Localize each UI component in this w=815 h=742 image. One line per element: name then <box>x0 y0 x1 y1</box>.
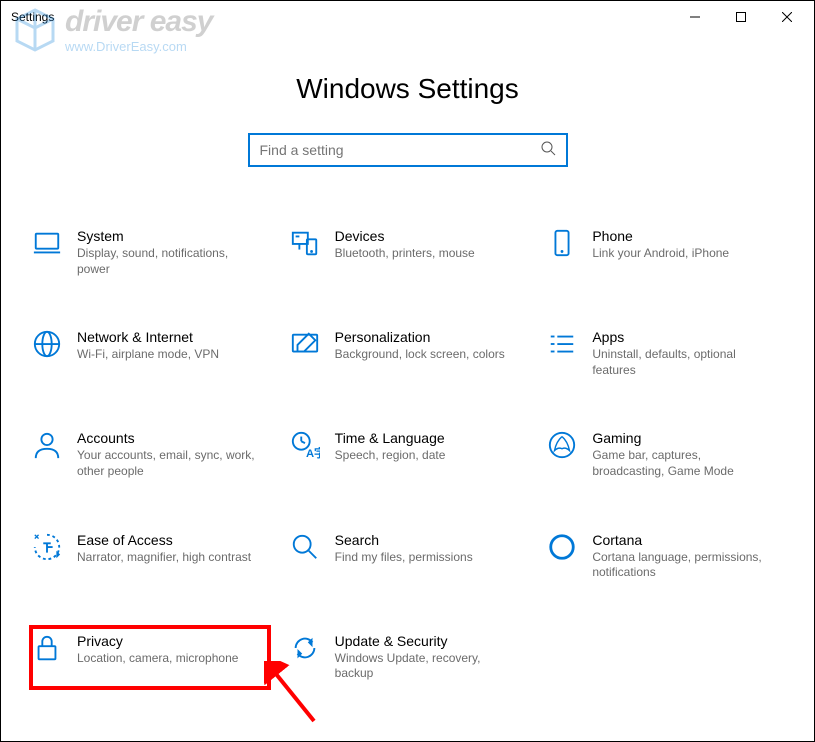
tile-personalization[interactable]: PersonalizationBackground, lock screen, … <box>289 323 527 384</box>
tile-apps[interactable]: AppsUninstall, defaults, optional featur… <box>546 323 784 384</box>
tile-privacy[interactable]: PrivacyLocation, camera, microphone <box>31 627 269 688</box>
search-input[interactable] <box>260 142 540 158</box>
search-category-icon <box>290 532 320 581</box>
svg-text:A字: A字 <box>306 447 320 461</box>
tile-phone[interactable]: PhoneLink your Android, iPhone <box>546 222 784 283</box>
close-button[interactable] <box>764 1 810 33</box>
tile-search[interactable]: SearchFind my files, permissions <box>289 526 527 587</box>
tile-time-language[interactable]: A字 Time & LanguageSpeech, region, date <box>289 424 527 485</box>
accounts-icon <box>32 430 62 479</box>
tile-ease-of-access[interactable]: Ease of AccessNarrator, magnifier, high … <box>31 526 269 587</box>
devices-icon <box>290 228 320 277</box>
page-title: Windows Settings <box>1 73 814 105</box>
cortana-icon <box>547 532 577 581</box>
apps-icon <box>547 329 577 378</box>
minimize-button[interactable] <box>672 1 718 33</box>
tile-accounts[interactable]: AccountsYour accounts, email, sync, work… <box>31 424 269 485</box>
settings-grid: SystemDisplay, sound, notifications, pow… <box>1 222 814 688</box>
network-icon <box>32 329 62 378</box>
titlebar: Settings <box>1 1 814 33</box>
system-icon <box>32 228 62 277</box>
tile-devices[interactable]: DevicesBluetooth, printers, mouse <box>289 222 527 283</box>
update-security-icon <box>290 633 320 682</box>
tile-cortana[interactable]: CortanaCortana language, permissions, no… <box>546 526 784 587</box>
gaming-icon <box>547 430 577 479</box>
phone-icon <box>547 228 577 277</box>
tile-network[interactable]: Network & InternetWi-Fi, airplane mode, … <box>31 323 269 384</box>
search-icon <box>540 140 556 161</box>
tile-gaming[interactable]: GamingGame bar, captures, broadcasting, … <box>546 424 784 485</box>
tile-update-security[interactable]: Update & SecurityWindows Update, recover… <box>289 627 527 688</box>
ease-of-access-icon <box>32 532 62 581</box>
personalization-icon <box>290 329 320 378</box>
tile-system[interactable]: SystemDisplay, sound, notifications, pow… <box>31 222 269 283</box>
header: Windows Settings <box>1 73 814 105</box>
search-box[interactable] <box>248 133 568 167</box>
window-title: Settings <box>11 10 672 24</box>
maximize-button[interactable] <box>718 1 764 33</box>
time-language-icon: A字 <box>290 430 320 479</box>
privacy-icon <box>32 633 62 682</box>
